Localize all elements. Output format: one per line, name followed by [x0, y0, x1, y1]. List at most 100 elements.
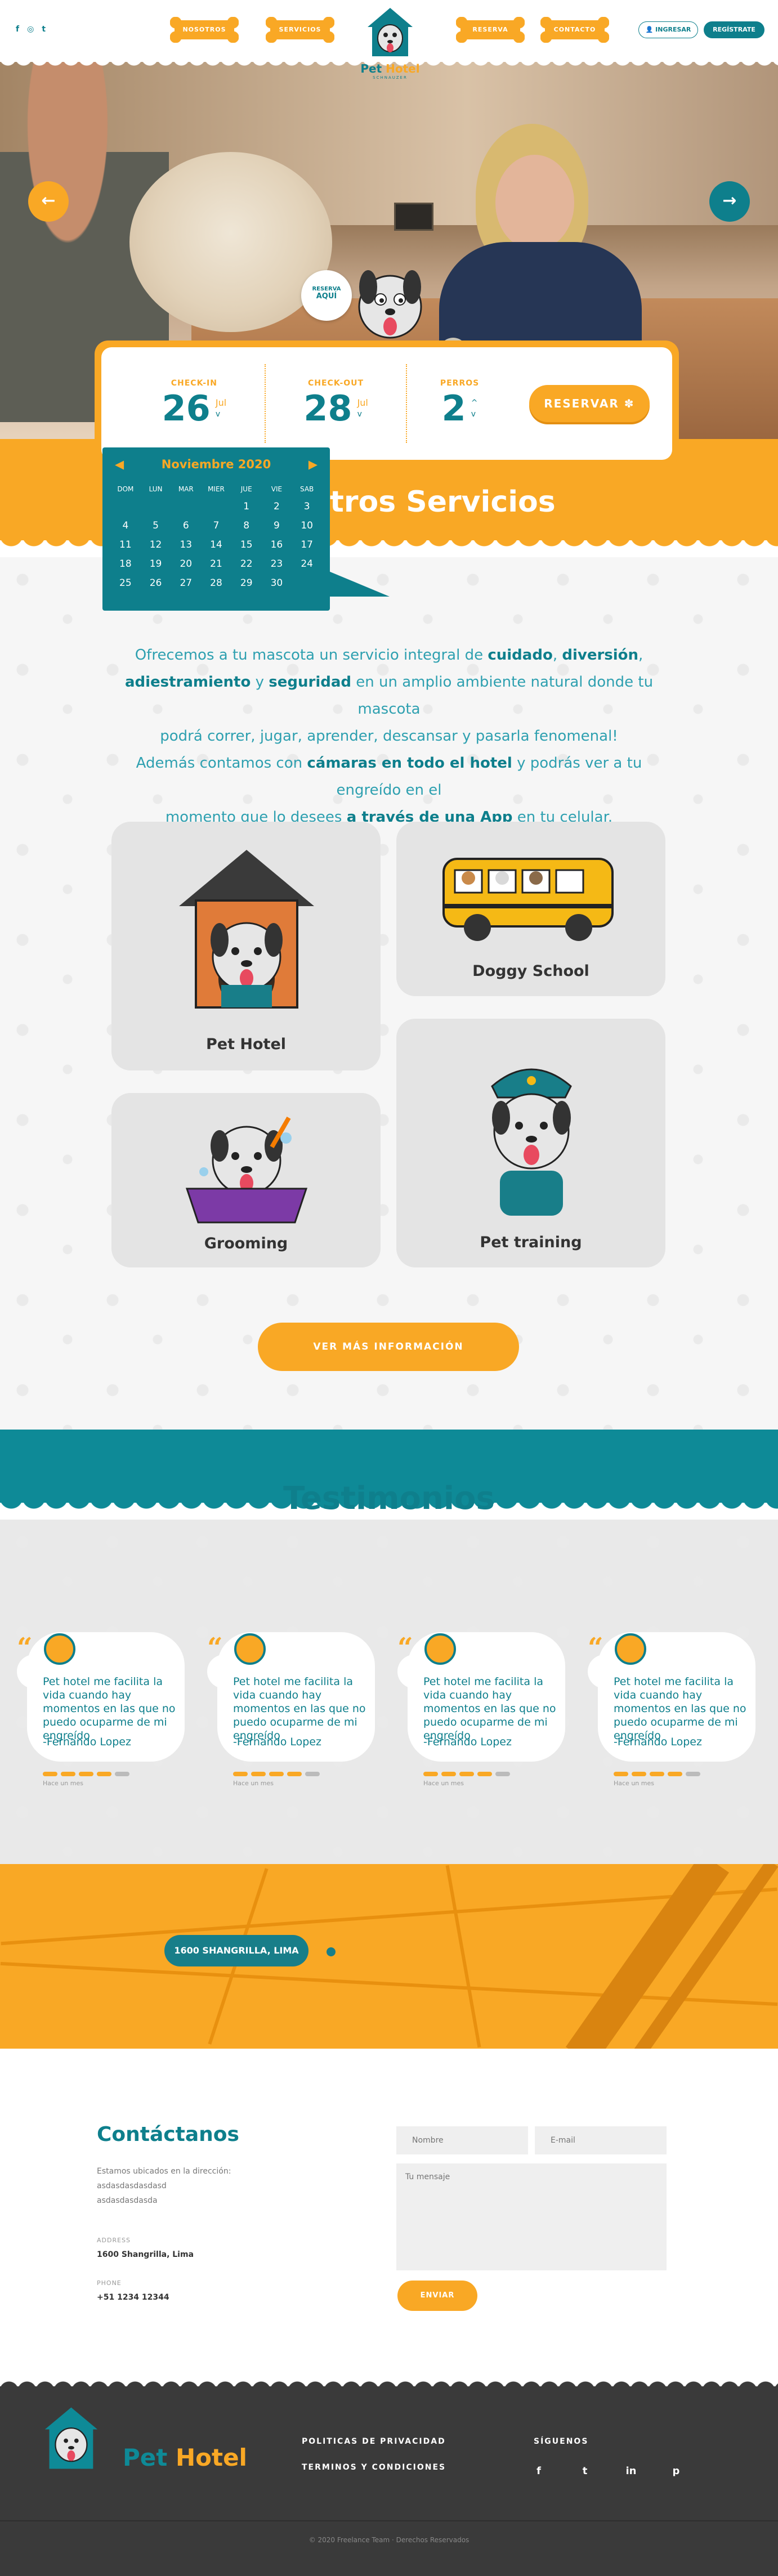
- calendar-dow: LUN: [149, 485, 163, 493]
- calendar-day[interactable]: 22: [231, 554, 262, 574]
- testimonial-author: -Fernando Lopez: [233, 1736, 321, 1748]
- footer-logo-name-a: Pet: [123, 2444, 168, 2471]
- calendar-day[interactable]: 26: [141, 574, 171, 593]
- nav-contacto[interactable]: CONTACTO: [540, 17, 609, 43]
- calendar-day[interactable]: 18: [110, 554, 141, 574]
- nav-nosotros[interactable]: NOSOTROS: [170, 17, 239, 43]
- checkin-label: CHECK-IN: [171, 379, 217, 388]
- calendar-day[interactable]: 21: [201, 554, 231, 574]
- twitter-icon[interactable]: t: [576, 2463, 593, 2480]
- calendar-day[interactable]: 14: [201, 535, 231, 554]
- quote-icon: “: [207, 1632, 223, 1664]
- chevron-up-icon[interactable]: ^: [471, 397, 478, 409]
- calendar-day[interactable]: 19: [141, 554, 171, 574]
- site-logo[interactable]: Pet Hotel SCHNAUZER: [354, 5, 427, 89]
- calendar-day[interactable]: 15: [231, 535, 262, 554]
- calendar-day[interactable]: 4: [110, 516, 141, 535]
- calendar-grid: DOM LUN MAR MIER JUE VIE SAB 1 2 3 4 5 6 7 8 9 10 11 12 13 1…: [102, 481, 330, 593]
- calendar-day[interactable]: 8: [231, 516, 262, 535]
- calendar-day[interactable]: 6: [171, 516, 201, 535]
- nav-servicios[interactable]: SERVICIOS: [266, 17, 334, 43]
- testimonial-text: Pet hotel me facilita la vida cuando hay…: [43, 1675, 176, 1742]
- calendar-day[interactable]: 24: [292, 554, 322, 574]
- calendar-month: Noviembre 2020: [161, 458, 271, 471]
- rating-bones: [614, 1772, 700, 1776]
- calendar-day[interactable]: 25: [110, 574, 141, 593]
- copyright: © 2020 Freelance Team · Derechos Reserva…: [308, 2536, 470, 2544]
- calendar-day[interactable]: 29: [231, 574, 262, 593]
- service-card-grooming[interactable]: Grooming: [111, 1093, 381, 1267]
- testimonial-text: Pet hotel me facilita la vida cuando hay…: [614, 1675, 746, 1742]
- facebook-icon[interactable]: f: [16, 25, 19, 34]
- chevron-down-icon[interactable]: v: [471, 409, 478, 420]
- pets-stepper[interactable]: PERROS 2 ^ v: [407, 364, 512, 443]
- testimonial-card: “ Pet hotel me facilita la vida cuando h…: [395, 1621, 570, 1787]
- calendar-day: [171, 497, 201, 516]
- contact-line2: asdasdasdasda: [97, 2196, 158, 2205]
- pinterest-icon[interactable]: p: [668, 2463, 685, 2480]
- nav-reserva[interactable]: RESERVA: [456, 17, 525, 43]
- terms-link[interactable]: TERMINOS Y CONDICIONES: [302, 2463, 446, 2472]
- message-field[interactable]: [396, 2163, 667, 2270]
- name-field[interactable]: [396, 2126, 528, 2154]
- calendar-day[interactable]: 28: [201, 574, 231, 593]
- calendar-day[interactable]: 23: [262, 554, 292, 574]
- more-info-button[interactable]: VER MÁS INFORMACIÓN: [258, 1323, 519, 1371]
- linkedin-icon[interactable]: in: [623, 2463, 640, 2480]
- service-card-doggy-school[interactable]: Doggy School: [396, 822, 665, 996]
- calendar-day[interactable]: 17: [292, 535, 322, 554]
- register-button[interactable]: REGÍSTRATE: [704, 21, 764, 38]
- calendar-day[interactable]: 10: [292, 516, 322, 535]
- map-pin-icon[interactable]: [327, 1947, 336, 1956]
- calendar-day[interactable]: 12: [141, 535, 171, 554]
- testimonial-date: Hace un mes: [233, 1780, 274, 1787]
- next-slide-button[interactable]: →: [709, 181, 750, 222]
- calendar-day[interactable]: 13: [171, 535, 201, 554]
- email-field[interactable]: [535, 2126, 667, 2154]
- avatar: [424, 1633, 456, 1665]
- calendar-day[interactable]: 5: [141, 516, 171, 535]
- calendar-day[interactable]: 30: [262, 574, 292, 593]
- calendar-dow: SAB: [300, 485, 314, 493]
- calendar-day[interactable]: 16: [262, 535, 292, 554]
- service-card-pet-hotel[interactable]: Pet Hotel: [111, 822, 381, 1070]
- calendar-day[interactable]: 27: [171, 574, 201, 593]
- calendar-day[interactable]: 9: [262, 516, 292, 535]
- prev-slide-button[interactable]: ←: [28, 181, 69, 222]
- calendar-day: [201, 497, 231, 516]
- checkin-field[interactable]: CHECK-IN 26 Jul v: [124, 364, 266, 443]
- chevron-down-icon[interactable]: v: [216, 409, 226, 420]
- calendar-day[interactable]: 7: [201, 516, 231, 535]
- checkout-field[interactable]: CHECK-OUT 28 Jul v: [266, 364, 408, 443]
- calendar-day[interactable]: 3: [292, 497, 322, 516]
- twitter-icon[interactable]: t: [42, 25, 46, 34]
- calendar-day[interactable]: 20: [171, 554, 201, 574]
- calendar-day[interactable]: 2: [262, 497, 292, 516]
- address-label: ADDRESS: [97, 2237, 131, 2244]
- facebook-icon[interactable]: f: [530, 2463, 547, 2480]
- location-map[interactable]: [0, 1864, 778, 2049]
- paw-icon: ✽: [624, 397, 635, 410]
- calendar-day[interactable]: 1: [231, 497, 262, 516]
- calendar-day[interactable]: 11: [110, 535, 141, 554]
- instagram-icon[interactable]: ◎: [27, 25, 34, 34]
- map-address-label: 1600 SHANGRILLA, LIMA: [164, 1935, 308, 1966]
- chevron-down-icon[interactable]: v: [357, 409, 368, 420]
- reserve-button[interactable]: RESERVAR ✽: [529, 385, 650, 422]
- dog-house-logo-icon: [368, 8, 413, 56]
- social-links: f ◎ t: [16, 25, 46, 34]
- contact-located: Estamos ubicados en la dirección:: [97, 2167, 231, 2176]
- testimonial-text: Pet hotel me facilita la vida cuando hay…: [423, 1675, 556, 1742]
- login-button[interactable]: 👤 INGRESAR: [638, 21, 698, 38]
- reserva-aqui-badge[interactable]: RESERVA AQUÍ: [301, 270, 352, 321]
- calendar-prev-icon[interactable]: ◀: [115, 458, 124, 471]
- avatar: [44, 1633, 75, 1665]
- privacy-link[interactable]: POLITICAS DE PRIVACIDAD: [302, 2437, 446, 2446]
- calendar-next-icon[interactable]: ▶: [308, 458, 318, 471]
- testimonial-date: Hace un mes: [614, 1780, 654, 1787]
- service-card-pet-training[interactable]: Pet training: [396, 1019, 665, 1267]
- send-button[interactable]: ENVIAR: [397, 2281, 477, 2311]
- footer-logo-name-b: Hotel: [175, 2444, 247, 2471]
- calendar-popup: ◀ Noviembre 2020 ▶ DOM LUN MAR MIER JUE VIE SA…: [102, 447, 330, 611]
- footer-logo-icon[interactable]: [41, 2399, 119, 2478]
